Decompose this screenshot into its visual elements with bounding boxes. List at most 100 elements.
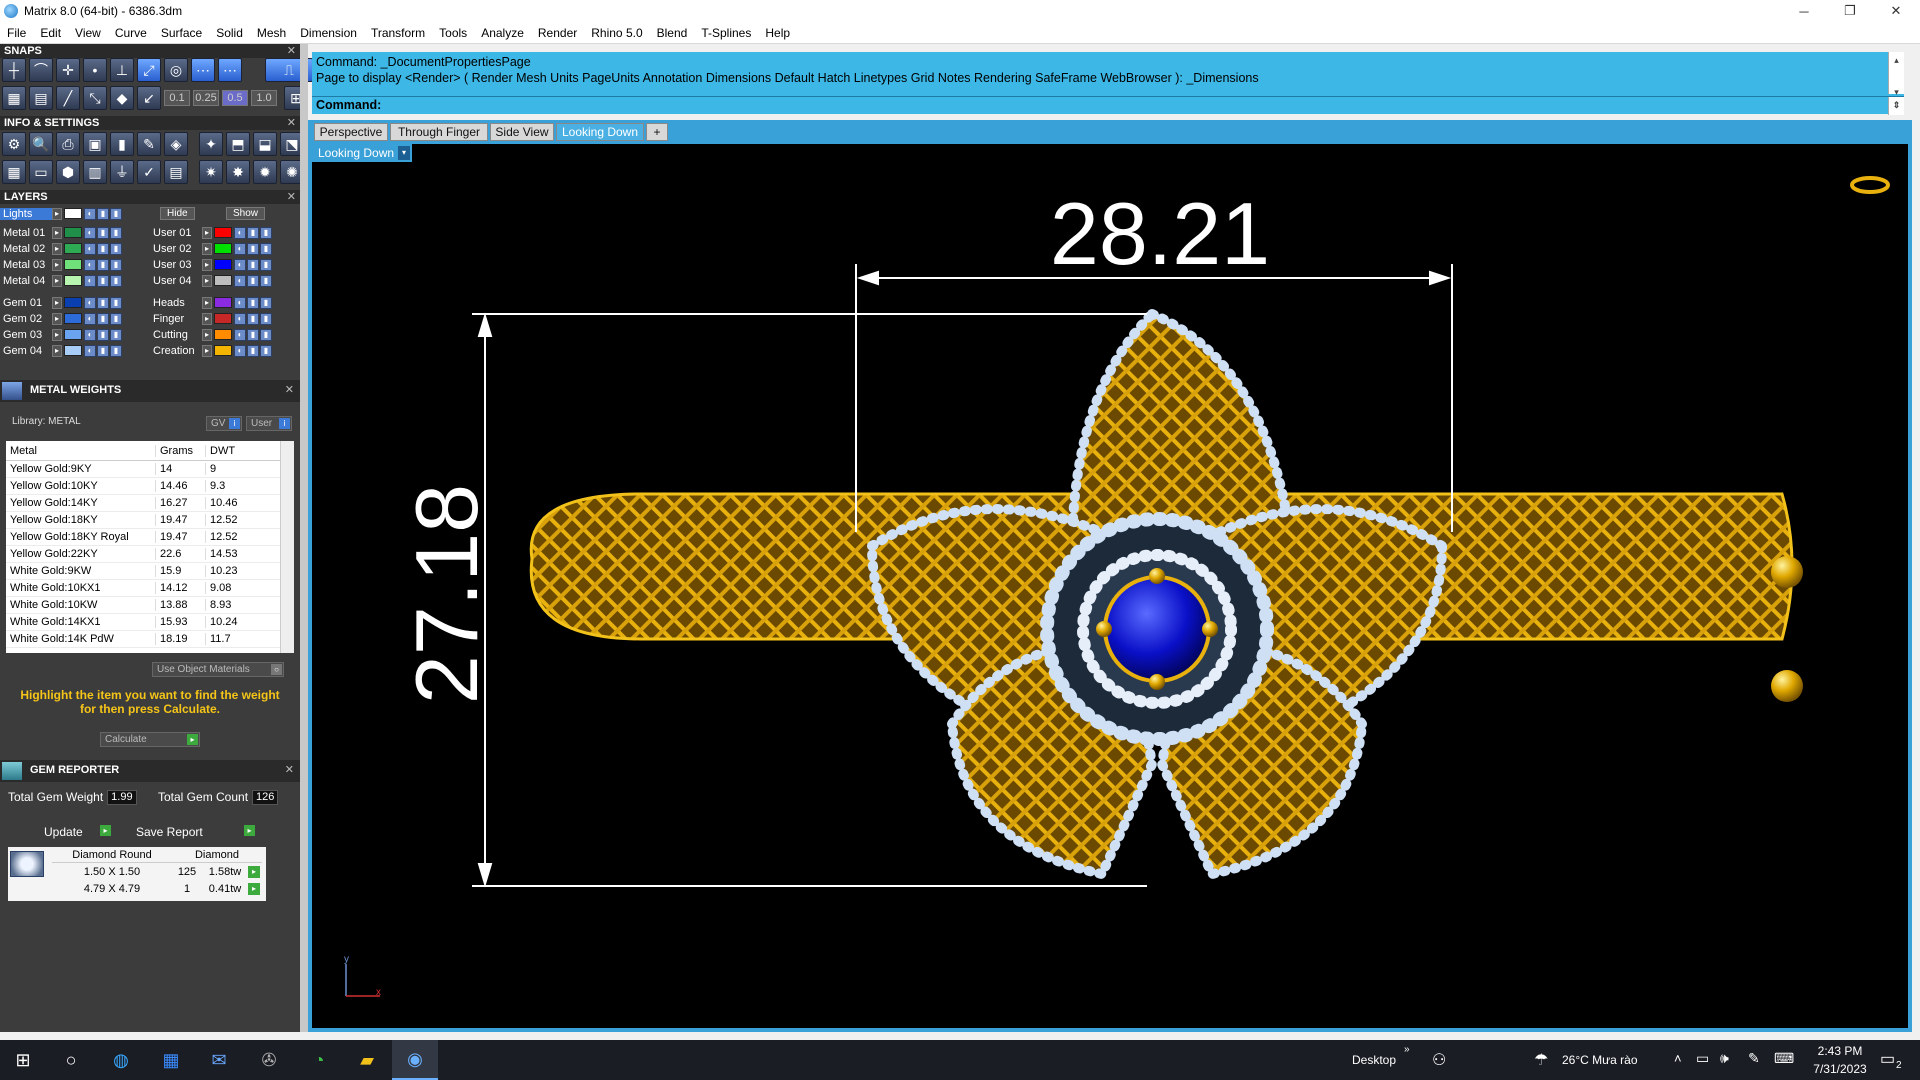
table-row[interactable]: White Gold:14K PdW 18.19 11.7 [6, 631, 294, 648]
gv-button[interactable]: GV ⅰ [206, 416, 242, 431]
snap-tan-icon[interactable]: ⤢ [137, 58, 161, 82]
update-button[interactable]: Update ▸ [40, 824, 112, 839]
layer-row[interactable]: Gem 04 ▸ ◐ ▮ ▮ [0, 343, 123, 358]
tab-perspective[interactable]: Perspective [314, 123, 388, 141]
layer-row[interactable]: Gem 03 ▸ ◐ ▮ ▮ [0, 327, 123, 342]
layer-row[interactable]: Creation ▸ ◐ ▮ ▮ [150, 343, 273, 358]
layer-row[interactable]: Finger ▸ ◐ ▮ ▮ [150, 311, 273, 326]
clock-time[interactable]: 2:43 PM [1810, 1044, 1870, 1058]
tool-f-icon[interactable]: ✸ [226, 160, 250, 184]
menu-analyze[interactable]: Analyze [474, 26, 531, 40]
command-input[interactable] [384, 98, 1884, 113]
filter-icon[interactable]: ⏚ [110, 160, 134, 184]
edge-icon[interactable]: ◍ [98, 1040, 144, 1080]
print-icon[interactable]: ⎙ [56, 132, 80, 156]
table-row[interactable]: White Gold:10KX1 14.12 9.08 [6, 580, 294, 597]
network-icon[interactable]: ▭ [1696, 1050, 1709, 1067]
metal-table[interactable]: Metal Grams DWT Yellow Gold:9KY 14 9 Yellow … [6, 441, 294, 653]
snap-grid-icon[interactable]: ┼ [2, 58, 26, 82]
keyboard-icon[interactable]: ⌨ [1774, 1050, 1794, 1067]
line-icon[interactable]: ╱ [56, 86, 80, 110]
menu-file[interactable]: File [0, 26, 33, 40]
table-row[interactable]: Yellow Gold:9KY 14 9 [6, 461, 294, 478]
menu-mesh[interactable]: Mesh [250, 26, 293, 40]
check-icon[interactable]: ✓ [137, 160, 161, 184]
desktop-toolbar[interactable]: Desktop [1352, 1053, 1396, 1067]
doc-icon[interactable]: ▤ [164, 160, 188, 184]
layers-hide-button[interactable]: Hide [160, 206, 195, 221]
people-icon[interactable]: ⚇ [1432, 1050, 1446, 1070]
clock-date[interactable]: 7/31/2023 [1806, 1062, 1874, 1076]
tab-looking-down[interactable]: Looking Down [556, 123, 644, 141]
search-icon[interactable]: ○ [48, 1040, 94, 1080]
diamond-icon[interactable]: ◆ [110, 86, 134, 110]
grid-icon[interactable]: ▦ [2, 86, 26, 110]
layer-row[interactable]: Metal 03 ▸ ◐ ▮ ▮ [0, 257, 123, 272]
menu-help[interactable]: Help [758, 26, 797, 40]
tray-chevron-icon[interactable]: ˄ [1674, 1051, 1682, 1066]
notification-icon[interactable]: ▭ [1880, 1049, 1895, 1069]
menu-dimension[interactable]: Dimension [293, 26, 364, 40]
layer-icon[interactable]: ▤ [29, 86, 53, 110]
cube-icon[interactable]: ◈ [164, 132, 188, 156]
close-icon[interactable]: ✕ [287, 116, 296, 130]
close-icon[interactable]: ✕ [285, 383, 294, 396]
table-row[interactable]: Yellow Gold:18KY Royal 19.47 12.52 [6, 529, 294, 546]
weather-text[interactable]: 26°C Mưa rào [1562, 1053, 1638, 1067]
layer-row[interactable]: Heads ▸ ◐ ▮ ▮ [150, 295, 273, 310]
command-line-scroll[interactable]: ⇕ [1888, 97, 1904, 115]
ring-preview-icon[interactable] [1850, 176, 1890, 194]
pen-icon[interactable]: ✎ [1748, 1050, 1760, 1067]
table-row[interactable]: White Gold:10KW 13.88 8.93 [6, 597, 294, 614]
dimension-height[interactable]: 27.18 [397, 484, 496, 704]
weather-icon[interactable]: ☂ [1534, 1050, 1548, 1070]
store-icon[interactable]: ▦ [148, 1040, 194, 1080]
menu-surface[interactable]: Surface [154, 26, 209, 40]
dimension-width[interactable]: 28.21 [1050, 184, 1270, 283]
close-icon[interactable]: ✕ [287, 190, 296, 204]
table-row[interactable]: Yellow Gold:14KY 16.27 10.46 [6, 495, 294, 512]
app-green-icon[interactable]: ◔ [296, 1040, 342, 1080]
table-scrollbar[interactable] [280, 441, 294, 653]
select-icon[interactable]: ▸ [248, 883, 260, 895]
save-report-button[interactable]: Save Report ▸ [132, 824, 256, 839]
snap-value-4[interactable]: 1.0 [251, 90, 277, 106]
table-row[interactable]: White Gold:14KX1 15.93 10.24 [6, 614, 294, 631]
snap-cross-icon[interactable]: ✛ [56, 58, 80, 82]
layer-row[interactable]: User 02 ▸ ◐ ▮ ▮ [150, 241, 273, 256]
snap-end-icon[interactable]: ⋯ [218, 58, 242, 82]
snap-value-2[interactable]: 0.25 [193, 90, 219, 106]
jewelry-model-drawing[interactable]: 28.21 27.18 y x [312, 164, 1908, 1028]
app-tool-icon[interactable]: ✇ [246, 1040, 292, 1080]
settings-icon[interactable]: ⚙ [2, 132, 26, 156]
viewport-label[interactable]: Looking Down ▾ [312, 144, 413, 162]
menu-solid[interactable]: Solid [209, 26, 250, 40]
layer-row[interactable]: Cutting ▸ ◐ ▮ ▮ [150, 327, 273, 342]
snap-center-icon[interactable]: ◎ [164, 58, 188, 82]
layer-row[interactable]: User 01 ▸ ◐ ▮ ▮ [150, 225, 273, 240]
tool-g-icon[interactable]: ✹ [253, 160, 277, 184]
windows-start-icon[interactable]: ⊞ [0, 1040, 46, 1080]
close-icon[interactable]: ✕ [287, 44, 296, 58]
box-icon[interactable]: ▥ [83, 160, 107, 184]
calculate-button[interactable]: Calculate ▸ [100, 732, 200, 747]
table-row[interactable]: Yellow Gold:18KY 19.47 12.52 [6, 512, 294, 529]
snap-value-3[interactable]: 0.5 [222, 90, 248, 106]
layer-row[interactable]: Gem 01 ▸ ◐ ▮ ▮ [0, 295, 123, 310]
close-icon[interactable]: ✕ [285, 763, 294, 776]
tool-c-icon[interactable]: ⬓ [253, 132, 277, 156]
tab-through-finger[interactable]: Through Finger [390, 123, 488, 141]
menu-transform[interactable]: Transform [364, 26, 432, 40]
snap-value-1[interactable]: 0.1 [164, 90, 190, 106]
table-row[interactable]: 4.79 X 4.79 1 0.41tw ▸ [52, 881, 262, 897]
folder-icon[interactable]: ▰ [344, 1040, 390, 1080]
table-row[interactable]: 1.50 X 1.50 125 1.58tw ▸ [52, 864, 262, 880]
user-button[interactable]: User ⅰ [246, 416, 292, 431]
tool-a-icon[interactable]: ✦ [199, 132, 223, 156]
menu-edit[interactable]: Edit [33, 26, 68, 40]
matrix-app-icon[interactable]: ◉ [392, 1040, 438, 1080]
gem-table[interactable]: Diamond Round Diamond 1.50 X 1.50 125 1.58t… [8, 847, 266, 901]
gem-icon[interactable]: ⬢ [56, 160, 80, 184]
table-icon[interactable]: ▦ [2, 160, 26, 184]
menu-rhino[interactable]: Rhino 5.0 [584, 26, 649, 40]
